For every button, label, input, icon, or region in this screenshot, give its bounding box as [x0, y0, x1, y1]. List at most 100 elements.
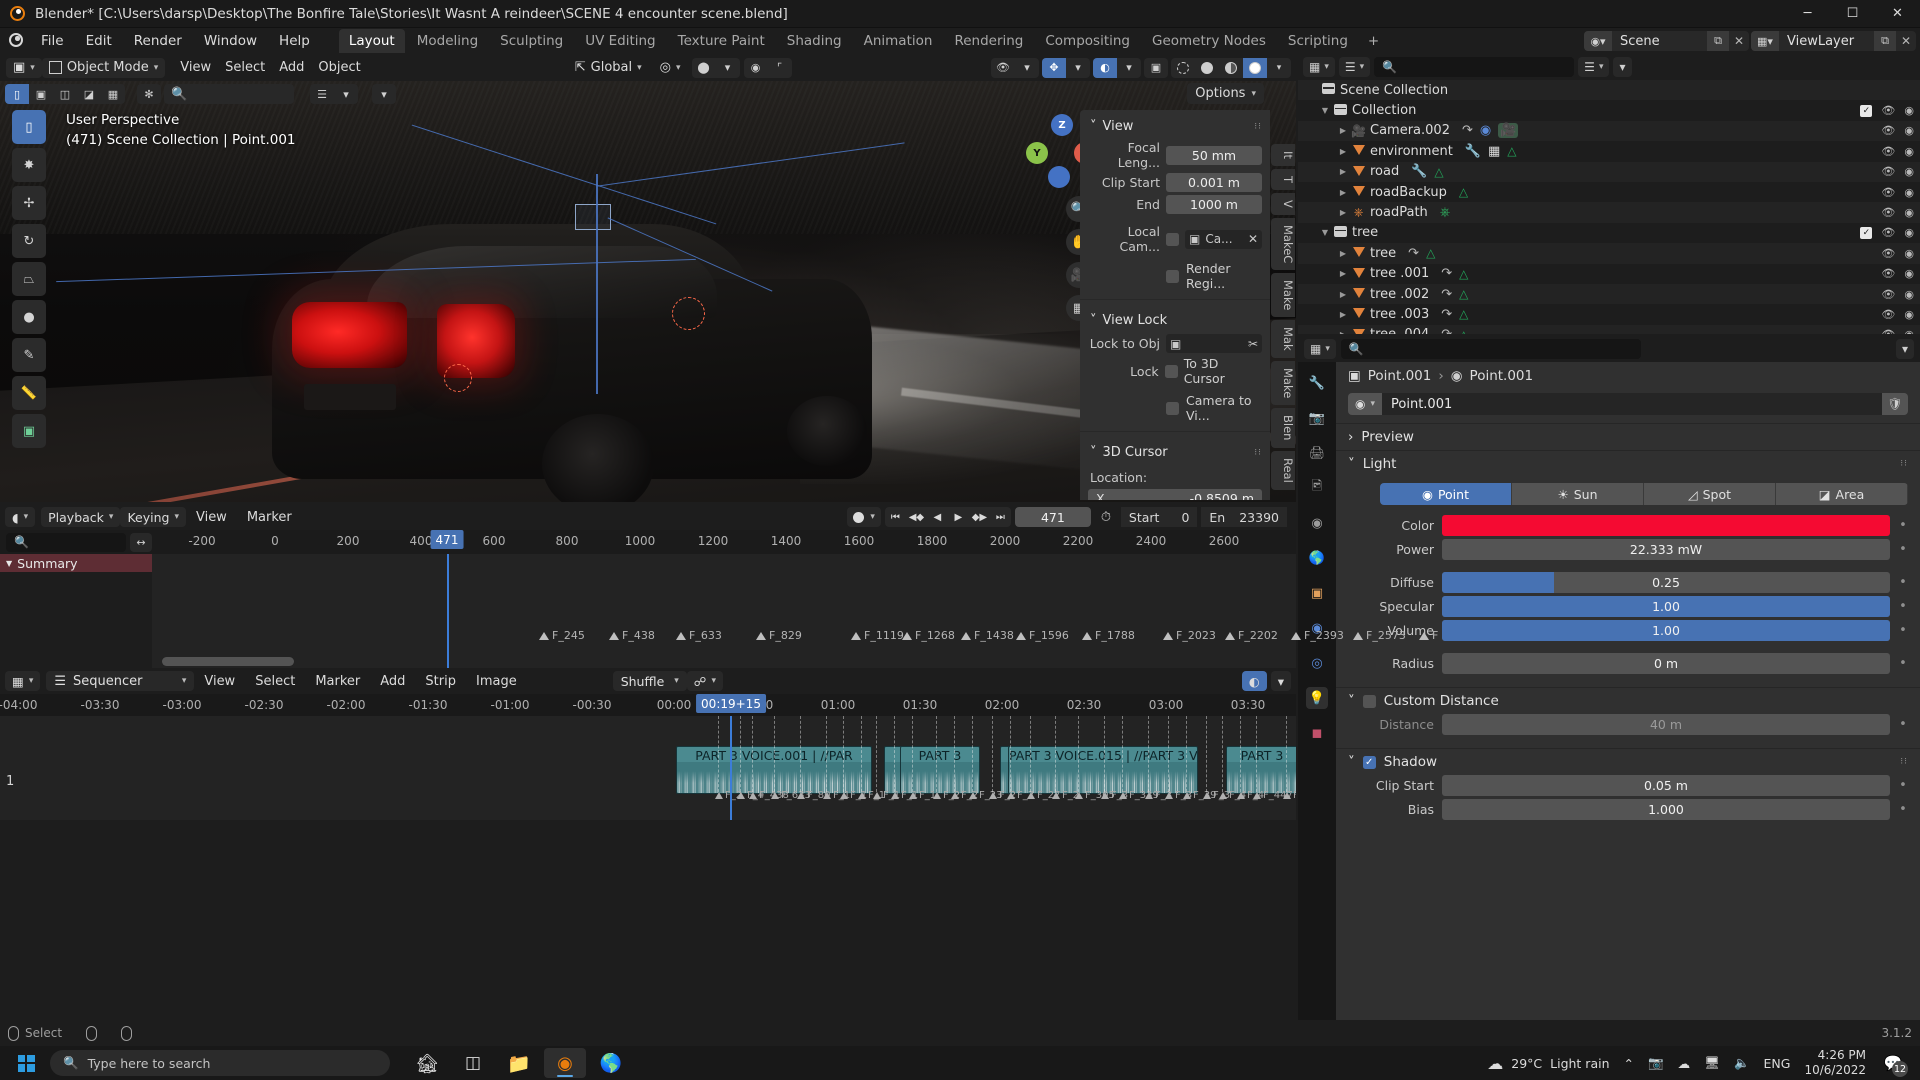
tool-measure-icon[interactable]: 📏: [12, 376, 46, 410]
animate-dot-icon[interactable]: •: [1898, 575, 1908, 590]
npanel-tab-item[interactable]: It: [1271, 144, 1295, 166]
select-invert-icon[interactable]: ◪: [77, 84, 101, 104]
modifier-wrench-icon[interactable]: 🔧: [1411, 164, 1427, 179]
menu-edit[interactable]: Edit: [75, 29, 123, 53]
camera-render-icon[interactable]: ◉: [1904, 124, 1914, 137]
camera-to-view-row[interactable]: Camera to Vi...: [1166, 393, 1262, 423]
editor-type-selector[interactable]: ▣ ▾: [6, 57, 42, 78]
blender-menu-icon[interactable]: [4, 28, 30, 54]
workspace-tab-modeling[interactable]: Modeling: [407, 29, 488, 53]
disclosure-triangle-icon[interactable]: ▶: [1336, 249, 1350, 258]
disclosure-triangle-icon[interactable]: ▼: [1318, 228, 1332, 237]
light-section-header[interactable]: ˅ Light ⁝⁝: [1336, 451, 1920, 477]
disclosure-triangle-icon[interactable]: ▶: [1336, 188, 1350, 197]
radius-field[interactable]: 0 m: [1442, 653, 1890, 674]
outliner-editor[interactable]: ▦ ▾ ☰ ▾ 🔍 ☰ ▾ ▾ Scene Collection ▼ Collecti…: [1298, 54, 1920, 334]
remove-viewlayer-icon[interactable]: ✕: [1896, 31, 1916, 51]
animation-icon[interactable]: ↷: [1441, 266, 1452, 281]
viewport-menu-add[interactable]: Add: [272, 58, 311, 78]
light-type-sun[interactable]: ☀ Sun: [1512, 483, 1644, 505]
timeline-menu-marker[interactable]: Marker: [237, 510, 302, 525]
light-type-spot[interactable]: ◿ Spot: [1644, 483, 1776, 505]
viewlayer-selector[interactable]: ▦▾ ViewLayer ⧉ ✕: [1751, 31, 1916, 51]
camera-to-view-checkbox[interactable]: [1166, 401, 1179, 415]
interaction-mode-selector[interactable]: Object Mode ▾: [41, 57, 166, 78]
disclosure-triangle-icon[interactable]: ▶: [1336, 147, 1350, 156]
prev-keyframe-icon[interactable]: ◀◆: [906, 507, 927, 527]
disclosure-triangle-icon[interactable]: ▼: [6, 559, 12, 568]
eye-icon[interactable]: 👁: [1881, 226, 1895, 239]
shadow-header[interactable]: ˅ ✓ Shadow ⁝⁝: [1336, 749, 1920, 775]
animate-dot-icon[interactable]: •: [1898, 599, 1908, 614]
timeline-marker[interactable]: F_1268: [902, 629, 955, 642]
magnet-icon[interactable]: ☍: [694, 674, 707, 689]
gizmo-axis-y[interactable]: Y: [1026, 142, 1048, 164]
sequencer-menu-view[interactable]: View: [194, 674, 245, 689]
blender-taskbar-icon[interactable]: ◉: [544, 1048, 586, 1078]
gizmos-toggle-icon[interactable]: ✥: [1042, 57, 1066, 78]
tool-add-cube-icon[interactable]: ▣: [12, 414, 46, 448]
notification-center-button[interactable]: 💬 12: [1880, 1051, 1908, 1077]
timeline-marker[interactable]: F_1788: [1082, 629, 1135, 642]
timeline-marker[interactable]: F_2202: [1225, 629, 1278, 642]
clip-end-field[interactable]: 1000 m: [1166, 195, 1262, 214]
outliner-row-tree004[interactable]: ▶ tree .004 ↷ △ 👁 ◉: [1298, 324, 1920, 334]
file-explorer-icon[interactable]: 📁: [498, 1048, 540, 1078]
collection-checkbox[interactable]: ✓: [1860, 104, 1873, 117]
outliner-row-road[interactable]: ▶ road 🔧 △ 👁 ◉: [1298, 161, 1920, 182]
outliner-row-roadbackup[interactable]: ▶ roadBackup △ 👁 ◉: [1298, 182, 1920, 202]
outliner-row-roadpath[interactable]: ▶ ⎈ roadPath ⎈ 👁 ◉: [1298, 202, 1920, 223]
diffuse-slider[interactable]: 0.25: [1442, 572, 1890, 593]
tray-camera-icon[interactable]: 📷: [1648, 1055, 1664, 1071]
sequencer-playhead[interactable]: [730, 716, 732, 820]
eye-icon[interactable]: 👁: [1881, 206, 1895, 219]
eye-icon[interactable]: 👁: [1881, 308, 1895, 321]
tab-object-data-light-icon[interactable]: 💡: [1306, 687, 1328, 709]
camera-render-icon[interactable]: ◉: [1904, 186, 1914, 199]
eye-icon[interactable]: 👁: [1881, 247, 1895, 260]
mesh-data-icon[interactable]: △: [1459, 267, 1468, 281]
timeline-marker[interactable]: F_1596: [1016, 629, 1069, 642]
drag-dots-icon[interactable]: ⁝⁝: [1254, 122, 1262, 132]
drag-dots-icon[interactable]: ⁝⁝: [1900, 757, 1908, 767]
camera-render-icon[interactable]: ◉: [1904, 247, 1914, 260]
timeline-horizontal-scrollbar[interactable]: [152, 657, 1288, 666]
camera-render-icon[interactable]: ◉: [1904, 267, 1914, 280]
auto-key-dropdown-icon[interactable]: ▾: [870, 512, 875, 522]
timeline-marker[interactable]: F_1119: [851, 629, 904, 642]
sequencer-marker[interactable]: F_5: [1283, 790, 1296, 801]
sequencer-view-type-selector[interactable]: ☰ Sequencer ▾: [46, 671, 195, 691]
animation-icon[interactable]: ↷: [1441, 327, 1452, 334]
timeline-editor-type-icon[interactable]: ◖ ▾: [5, 507, 36, 527]
3d-viewport[interactable]: User Perspective (471) Scene Collection …: [0, 54, 1296, 502]
viewport-options-button[interactable]: Options ▾: [1187, 83, 1264, 104]
viewport-search-input[interactable]: 🔍: [164, 84, 294, 104]
timeline-marker[interactable]: F_438: [609, 629, 655, 642]
sequencer-playhead-label[interactable]: 00:19+15: [696, 694, 766, 713]
lock-to-object-field[interactable]: ▣ ✂: [1166, 334, 1262, 353]
sequencer-menu-select[interactable]: Select: [245, 674, 305, 689]
particles-icon[interactable]: ▦: [1488, 144, 1500, 159]
options-menu-icon[interactable]: ☰: [310, 84, 334, 104]
render-region-checkbox[interactable]: [1166, 269, 1179, 283]
light-type-area[interactable]: ◪ Area: [1776, 483, 1908, 505]
lock-3d-cursor-checkbox[interactable]: [1164, 364, 1178, 378]
tray-volume-icon[interactable]: 🔈: [1734, 1055, 1750, 1071]
camera-render-icon[interactable]: ◉: [1904, 145, 1914, 158]
gizmo-axis-z[interactable]: Z: [1051, 114, 1073, 136]
camera-render-icon[interactable]: ◉: [1904, 206, 1914, 219]
npanel-tab-view[interactable]: V: [1271, 192, 1295, 215]
play-icon[interactable]: ▶: [948, 507, 969, 527]
scene-selector[interactable]: ◉▾ Scene ⧉ ✕: [1584, 31, 1749, 51]
animation-icon[interactable]: ↷: [1408, 246, 1419, 261]
outliner-row-tree003[interactable]: ▶ tree .003 ↷ △ 👁 ◉: [1298, 304, 1920, 324]
curve-data-icon[interactable]: ⎈: [1440, 205, 1450, 220]
visibility-dropdown-icon[interactable]: ▾: [1015, 58, 1039, 78]
animation-icon[interactable]: ↷: [1441, 287, 1452, 302]
camera-render-icon[interactable]: ◉: [1904, 165, 1914, 178]
eye-icon[interactable]: 👁: [1881, 165, 1895, 178]
breadcrumb-data[interactable]: Point.001: [1470, 368, 1534, 384]
tab-world-icon[interactable]: 🌎: [1306, 547, 1328, 569]
jump-start-icon[interactable]: ⏮: [885, 507, 906, 527]
properties-search-input[interactable]: 🔍: [1340, 339, 1641, 359]
